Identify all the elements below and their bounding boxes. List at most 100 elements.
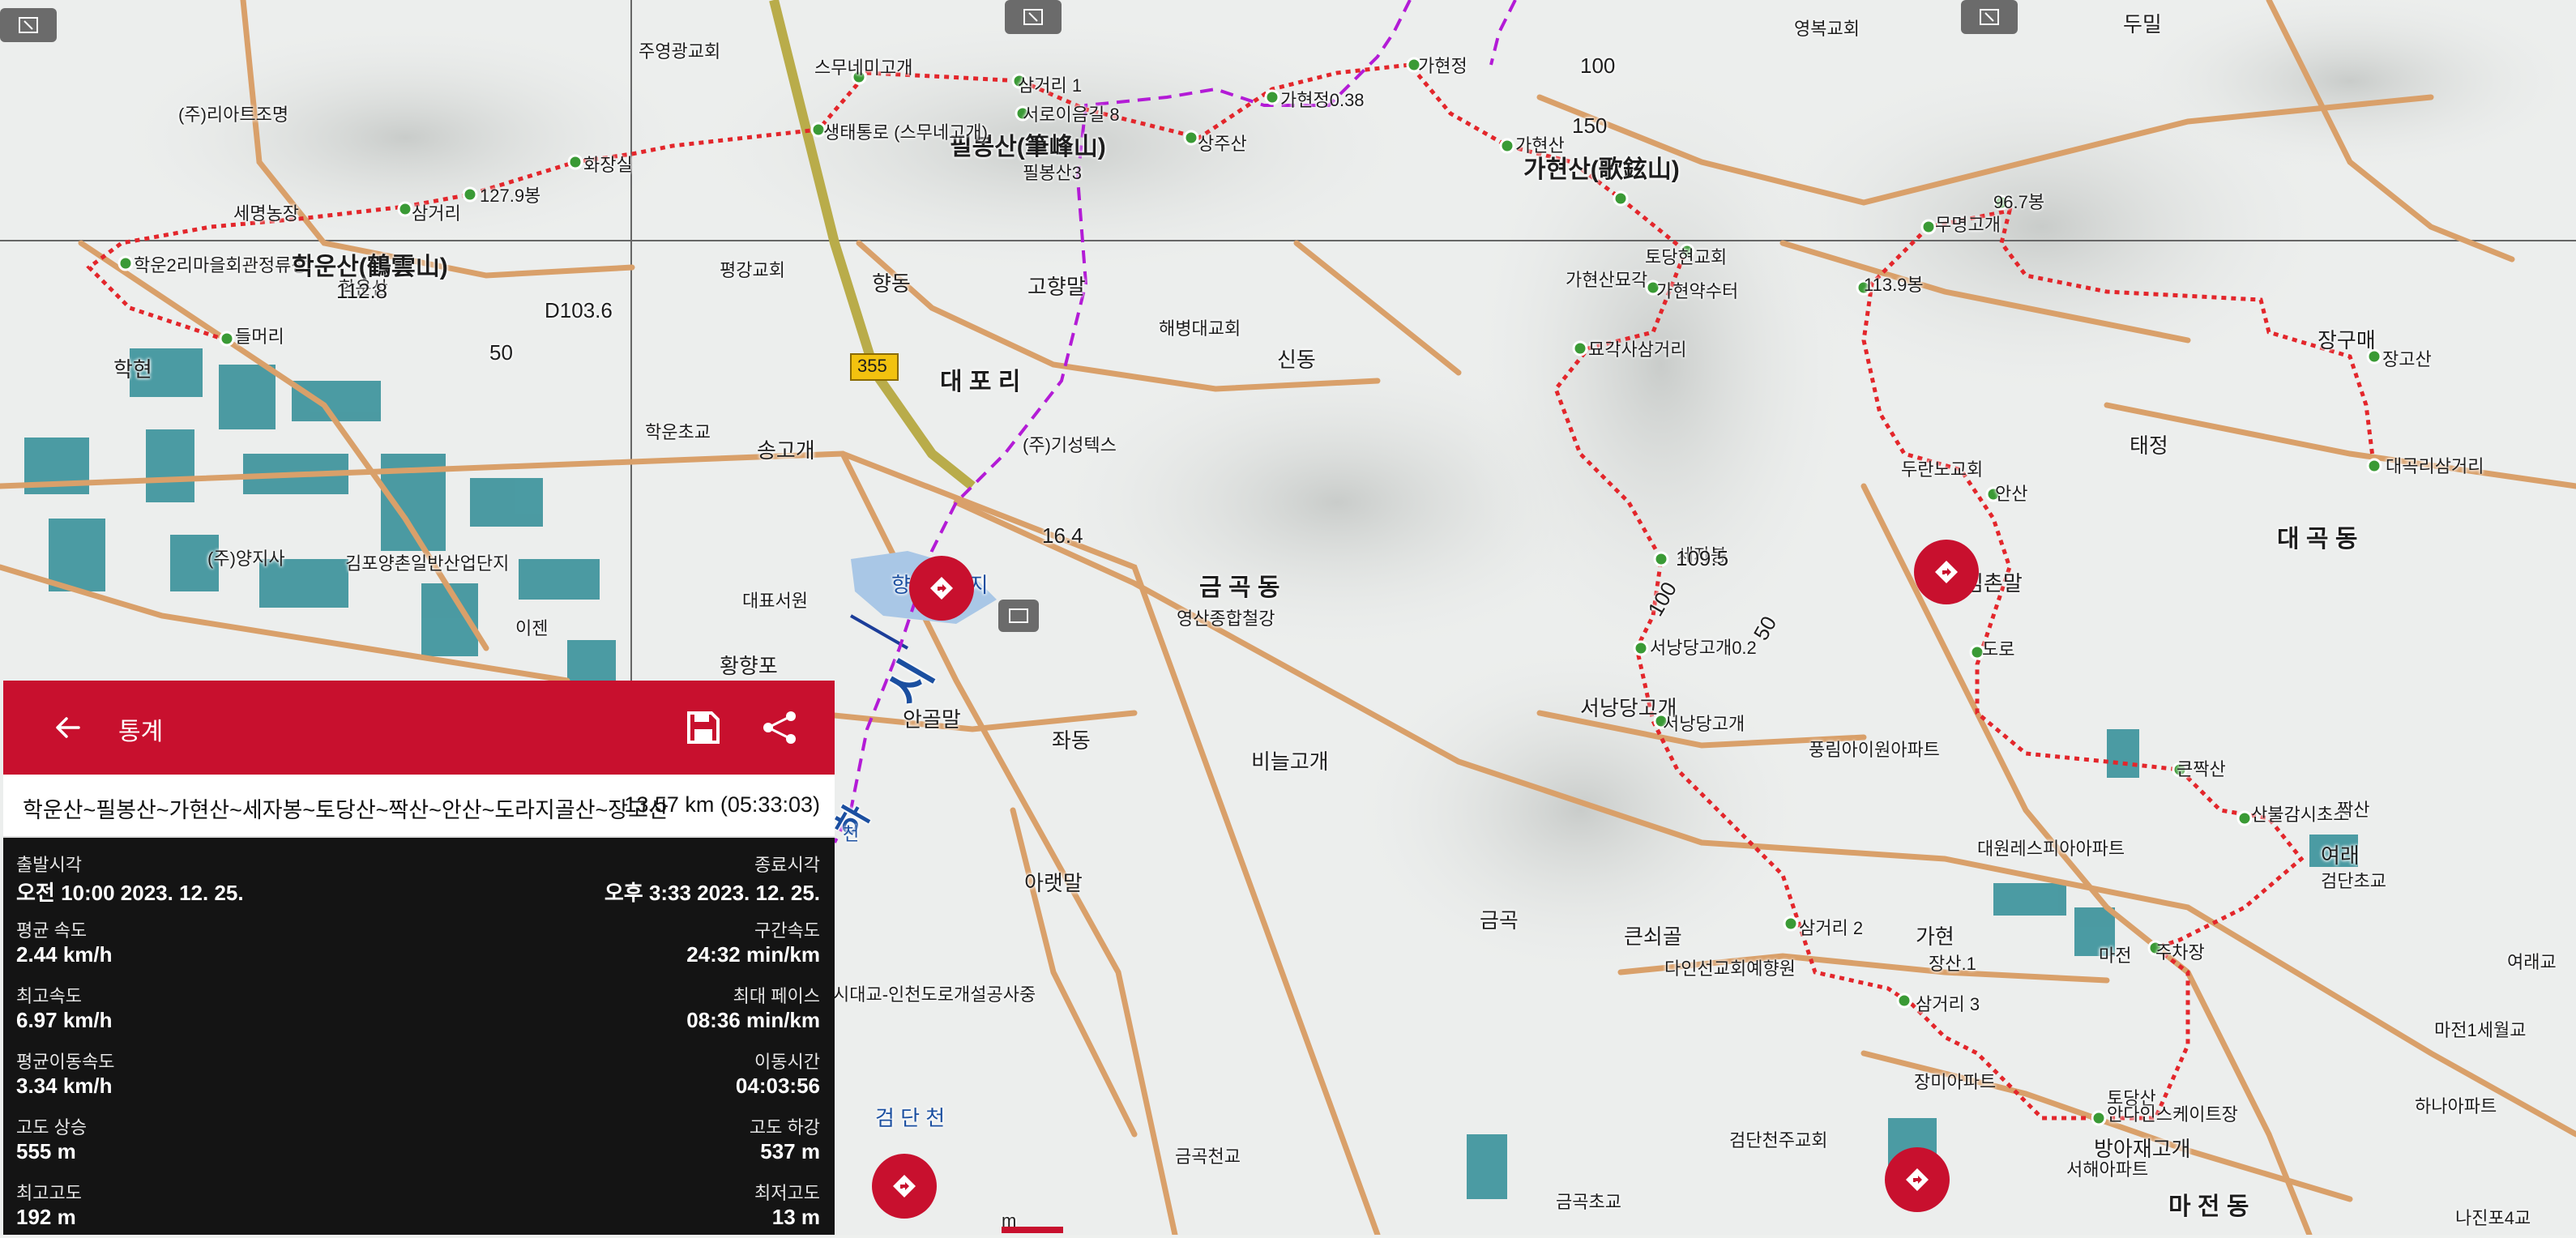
stat-row: 최고고도 192 m 최저고도 13 m (3, 1172, 835, 1238)
layer-toggle-icon[interactable] (1005, 0, 1062, 34)
share-icon (763, 711, 796, 744)
place-label: 송고개 (757, 438, 815, 463)
place-label: 삼거리 1 (1018, 75, 1083, 96)
navigation-icon[interactable] (1885, 1147, 1950, 1212)
place-label: 짝산 (2337, 800, 2370, 820)
stat-label: 종료시각 (754, 855, 820, 875)
place-label: 대원레스피아아파트 (1977, 839, 2125, 859)
place-label: 신동 (1277, 348, 1316, 372)
place-label: 금 곡 동 (1199, 574, 1280, 601)
place-label: 장미아파트 (1914, 1072, 1997, 1092)
place-label: 127.9봉 (480, 186, 541, 206)
place-label: 가현산묘각 (1566, 270, 1648, 290)
navigation-icon[interactable] (909, 556, 974, 621)
stream-label: 천 (843, 824, 860, 844)
stat-row: 평균 속도 2.44 km/h 구간속도 24:32 min/km (3, 910, 835, 975)
place-label: 하나아파트 (2415, 1096, 2497, 1116)
place-label: 이젠 (515, 618, 549, 638)
arrow-left-icon (56, 717, 80, 738)
panel-title: 통계 (118, 719, 164, 745)
place-label: 서해아파트 (2066, 1159, 2149, 1180)
place-label: 좌동 (1052, 728, 1091, 753)
stat-label: 출발시각 (16, 855, 82, 875)
stat-label: 이동시간 (754, 1052, 820, 1072)
place-label: 가현정 (1418, 56, 1467, 76)
place-label: 학운2리마을회관정류장 (134, 255, 308, 275)
place-label: 대 곡 동 (2277, 526, 2358, 553)
place-label: 가현약수터 (1656, 281, 1739, 301)
place-label: 비늘고개 (1251, 749, 1329, 774)
place-label: 서낭당고개 (1663, 714, 1745, 734)
layer-toggle-icon[interactable] (1961, 0, 2018, 34)
place-label: 황향포 (720, 654, 778, 678)
stat-label: 최대 페이스 (733, 986, 820, 1006)
place-label: 풍림아이원아파트 (1809, 740, 1940, 760)
place-label: 학운초교 (645, 422, 711, 442)
place-label: 삼거리 3 (1916, 994, 1980, 1014)
place-label: 금곡 (1480, 908, 1519, 933)
stat-label: 최고속도 (16, 986, 82, 1006)
place-label: 다인선교회예향원 (1664, 958, 1796, 979)
stat-value: 오전 10:00 2023. 12. 25. (16, 881, 244, 905)
place-label: 검단초교 (2321, 871, 2386, 891)
stat-label: 고도 상승 (16, 1117, 88, 1138)
layer-toggle-icon[interactable] (0, 8, 57, 42)
place-label: 스무네미고개 (814, 58, 913, 78)
stat-label: 구간속도 (754, 920, 820, 941)
panel-header: 통계 (3, 681, 835, 775)
place-label: 가현산 (1515, 135, 1565, 156)
place-label: 들머리 (235, 327, 284, 347)
place-label: 마 전 동 (2168, 1193, 2249, 1220)
place-label: 산불감시초소 (2251, 805, 2350, 825)
place-label: 상주산 (1198, 134, 1247, 154)
stat-label: 평균 속도 (16, 920, 88, 941)
stat-value: 537 m (760, 1139, 820, 1163)
place-label: 서낭당고개0.2 (1650, 638, 1757, 658)
stat-label: 최고고도 (16, 1183, 82, 1203)
floppy-disk-icon (687, 711, 720, 744)
place-label: 해병대교회 (1159, 318, 1241, 339)
place-label: 평강교회 (720, 260, 785, 280)
place-label: 묘각사삼거리 (1588, 339, 1687, 360)
place-label: 장구매 (2318, 328, 2376, 352)
spot-height: 112.8 (336, 279, 388, 303)
save-button[interactable] (681, 705, 726, 750)
place-label: 아랫말 (1024, 871, 1083, 895)
navigation-icon[interactable] (1914, 540, 1979, 604)
video-layer-icon[interactable] (998, 600, 1039, 632)
place-label: 대표서원 (742, 591, 808, 611)
place-label: 생태통로 (스무네고개) (823, 122, 988, 143)
route-summary-row: 학운산~필봉산~가현산~세자봉~토당산~짝산~안산~도라지골산~장고산 13.5… (3, 775, 835, 838)
contour-label: 50 (489, 340, 513, 365)
place-label: 서로이음길 8 (1023, 105, 1120, 125)
place-label: 두밀 (2123, 12, 2162, 36)
share-button[interactable] (757, 705, 802, 750)
place-label: 김포양촌일반산업단지 (345, 553, 510, 574)
place-label: 113.9봉 (1864, 275, 1924, 295)
place-label: 주차장 (2155, 942, 2205, 963)
place-label: 금곡천교 (1175, 1146, 1241, 1167)
contour-label: 100 (1580, 53, 1616, 78)
place-label: 영복교회 (1794, 19, 1860, 39)
place-label: (주)양지사 (207, 549, 285, 569)
stat-row: 출발시각 오전 10:00 2023. 12. 25. 종료시각 오후 3:33… (3, 844, 835, 910)
stat-value: 2.44 km/h (16, 942, 113, 967)
statistics-panel: 통계 학운산~필봉산~가현산~세자봉~토당산~짝산~안산~도라지골산~장고산 1… (3, 681, 835, 1235)
place-label: 고향말 (1027, 275, 1086, 299)
stat-value: 08:36 min/km (686, 1008, 820, 1032)
route-name: 학운산~필봉산~가현산~세자봉~토당산~짝산~안산~도라지골산~장고산 (23, 798, 669, 822)
place-label: 대 포 리 (940, 369, 1021, 395)
place-label: 향동 (872, 271, 911, 296)
stat-label: 평균이동속도 (16, 1052, 115, 1072)
place-label: 주영광교회 (639, 41, 721, 62)
back-button[interactable] (45, 705, 91, 750)
place-label: 큰짝산 (2177, 759, 2226, 779)
place-label: 여래교 (2507, 952, 2557, 972)
place-label: 96.7봉 (1993, 192, 2045, 212)
place-label: 안골말 (903, 707, 961, 732)
stat-label: 최저고도 (754, 1183, 820, 1203)
place-label: 나진포4교 (2455, 1208, 2531, 1228)
navigation-icon[interactable] (872, 1154, 937, 1219)
place-label: 가현 (1916, 924, 1954, 949)
stat-value: 24:32 min/km (686, 942, 820, 967)
